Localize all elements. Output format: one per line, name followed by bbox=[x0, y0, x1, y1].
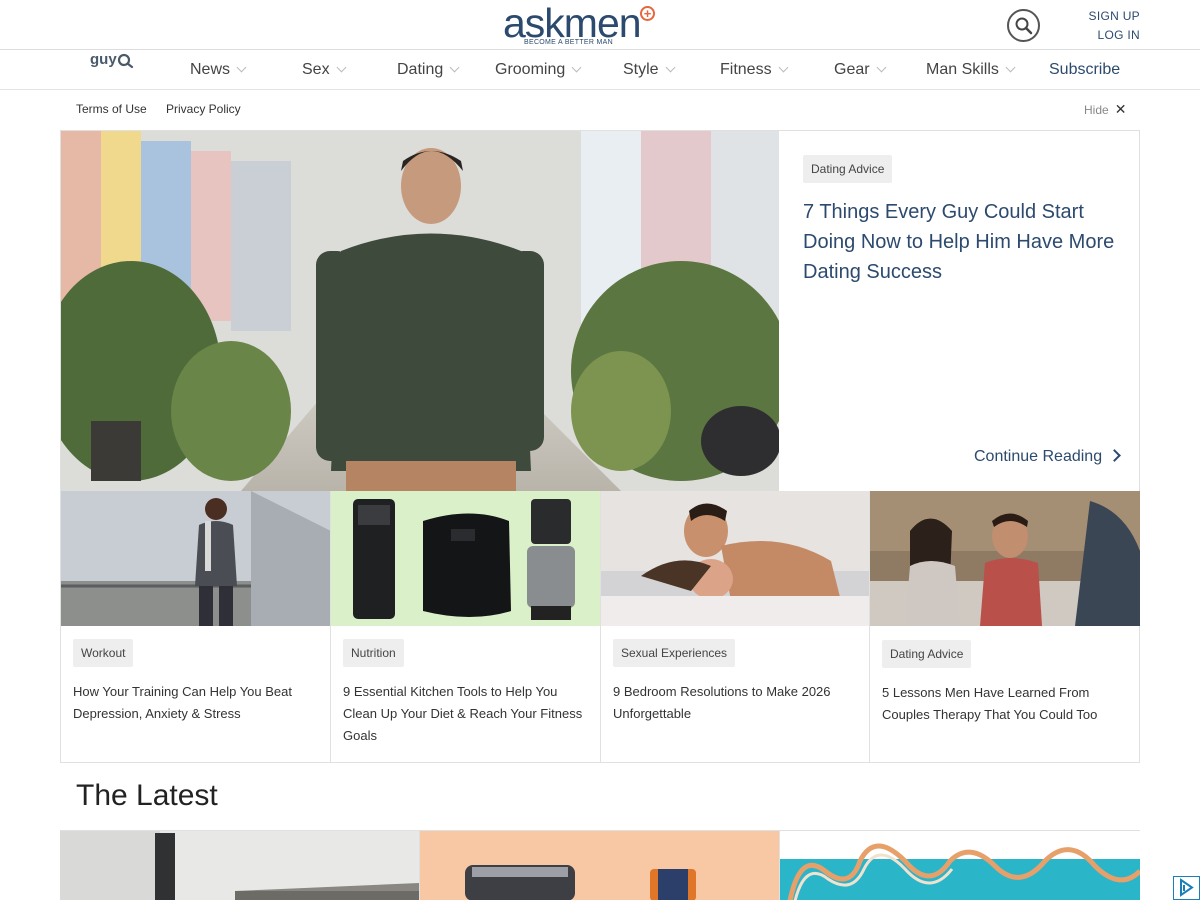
article-card[interactable]: Sexual Experiences 9 Bedroom Resolutions… bbox=[601, 491, 870, 762]
nav-label: News bbox=[190, 61, 231, 78]
card-category-tag[interactable]: Dating Advice bbox=[882, 640, 972, 668]
logo-plus-icon: + bbox=[640, 6, 655, 21]
adchoices-icon[interactable] bbox=[1173, 876, 1200, 900]
terms-of-use-link[interactable]: Terms of Use bbox=[76, 102, 147, 116]
continue-reading-label: Continue Reading bbox=[974, 448, 1103, 465]
card-category-tag[interactable]: Workout bbox=[73, 639, 134, 667]
auth-links: SIGN UP LOG IN bbox=[1089, 7, 1140, 45]
hero-feature[interactable]: Dating Advice 7 Things Every Guy Could S… bbox=[60, 130, 1140, 492]
hide-label: Hide bbox=[1084, 103, 1109, 117]
logo-tagline: BECOME A BETTER MAN bbox=[524, 39, 613, 46]
hide-button[interactable]: Hide ✕ bbox=[1084, 101, 1126, 118]
hero-text-panel: Dating Advice 7 Things Every Guy Could S… bbox=[779, 131, 1139, 491]
nav-label: Gear bbox=[834, 61, 870, 78]
nav-label: Grooming bbox=[495, 61, 566, 78]
chevron-down-icon bbox=[236, 62, 247, 73]
continue-reading-button[interactable]: Continue Reading bbox=[974, 448, 1121, 466]
main-nav: guy News Sex Dating Grooming Style Fitne… bbox=[0, 50, 1200, 90]
featured-cards: Workout How Your Training Can Help You B… bbox=[60, 491, 1140, 763]
card-image-couples-therapy bbox=[870, 491, 1140, 626]
chevron-right-icon bbox=[1108, 449, 1121, 462]
chevron-down-icon bbox=[876, 62, 887, 73]
the-latest-heading: The Latest bbox=[76, 779, 218, 812]
nav-label: Dating bbox=[397, 61, 444, 78]
search-button[interactable] bbox=[1007, 9, 1040, 42]
article-card[interactable]: Workout How Your Training Can Help You B… bbox=[61, 491, 331, 762]
card-category-tag[interactable]: Nutrition bbox=[343, 639, 404, 667]
latest-tile-image bbox=[780, 831, 1140, 900]
guy-search-link[interactable]: guy bbox=[90, 51, 134, 69]
site-header: askmen + BECOME A BETTER MAN SIGN UP LOG… bbox=[0, 0, 1200, 50]
card-image-workout bbox=[61, 491, 330, 626]
logo-wordmark: askmen bbox=[503, 0, 642, 46]
search-icon bbox=[1015, 17, 1033, 35]
nav-item-news[interactable]: News bbox=[190, 61, 247, 79]
policy-bar: Terms of Use Privacy Policy Hide ✕ bbox=[0, 90, 1200, 130]
privacy-policy-link[interactable]: Privacy Policy bbox=[166, 102, 241, 116]
chevron-down-icon bbox=[571, 62, 582, 73]
hero-category-tag[interactable]: Dating Advice bbox=[803, 155, 893, 183]
log-in-link[interactable]: LOG IN bbox=[1089, 26, 1140, 45]
card-image-kitchen-tools bbox=[331, 491, 600, 626]
hero-image bbox=[61, 131, 779, 491]
article-card[interactable]: Nutrition 9 Essential Kitchen Tools to H… bbox=[331, 491, 601, 762]
nav-item-fitness[interactable]: Fitness bbox=[720, 61, 789, 79]
article-card[interactable]: Dating Advice 5 Lessons Men Have Learned… bbox=[870, 491, 1140, 762]
card-headline[interactable]: How Your Training Can Help You Beat Depr… bbox=[73, 681, 318, 725]
latest-tile[interactable] bbox=[60, 831, 420, 900]
chevron-down-icon bbox=[449, 62, 460, 73]
latest-articles-row bbox=[60, 830, 1140, 900]
nav-item-style[interactable]: Style bbox=[623, 61, 676, 79]
chevron-down-icon bbox=[336, 62, 347, 73]
card-category-tag[interactable]: Sexual Experiences bbox=[613, 639, 736, 667]
chevron-down-icon bbox=[665, 62, 676, 73]
nav-item-sex[interactable]: Sex bbox=[302, 61, 347, 79]
nav-label: Style bbox=[623, 61, 659, 78]
card-headline[interactable]: 9 Essential Kitchen Tools to Help You Cl… bbox=[343, 681, 588, 747]
latest-tile[interactable] bbox=[420, 831, 780, 900]
nav-item-grooming[interactable]: Grooming bbox=[495, 61, 582, 79]
latest-tile-image bbox=[420, 831, 779, 900]
nav-item-gear[interactable]: Gear bbox=[834, 61, 887, 79]
card-headline[interactable]: 5 Lessons Men Have Learned From Couples … bbox=[882, 682, 1127, 726]
subscribe-link[interactable]: Subscribe bbox=[1049, 61, 1120, 79]
hero-photo-illustration bbox=[61, 131, 779, 491]
latest-tile-image bbox=[60, 831, 419, 900]
nav-label: Man Skills bbox=[926, 61, 999, 78]
chevron-down-icon bbox=[1005, 62, 1016, 73]
nav-label: Sex bbox=[302, 61, 330, 78]
askmen-logo[interactable]: askmen + BECOME A BETTER MAN bbox=[503, 2, 663, 48]
nav-item-man-skills[interactable]: Man Skills bbox=[926, 61, 1016, 79]
latest-tile[interactable] bbox=[780, 831, 1140, 900]
close-icon: ✕ bbox=[1114, 101, 1127, 117]
guy-magnifier-icon bbox=[117, 53, 134, 69]
chevron-down-icon bbox=[778, 62, 789, 73]
nav-item-dating[interactable]: Dating bbox=[397, 61, 460, 79]
nav-label: Fitness bbox=[720, 61, 772, 78]
card-image-bedroom bbox=[601, 491, 869, 626]
hero-headline[interactable]: 7 Things Every Guy Could Start Doing Now… bbox=[803, 197, 1123, 287]
guy-label: guy bbox=[90, 51, 117, 68]
sign-up-link[interactable]: SIGN UP bbox=[1089, 7, 1140, 26]
card-headline[interactable]: 9 Bedroom Resolutions to Make 2026 Unfor… bbox=[613, 681, 858, 725]
